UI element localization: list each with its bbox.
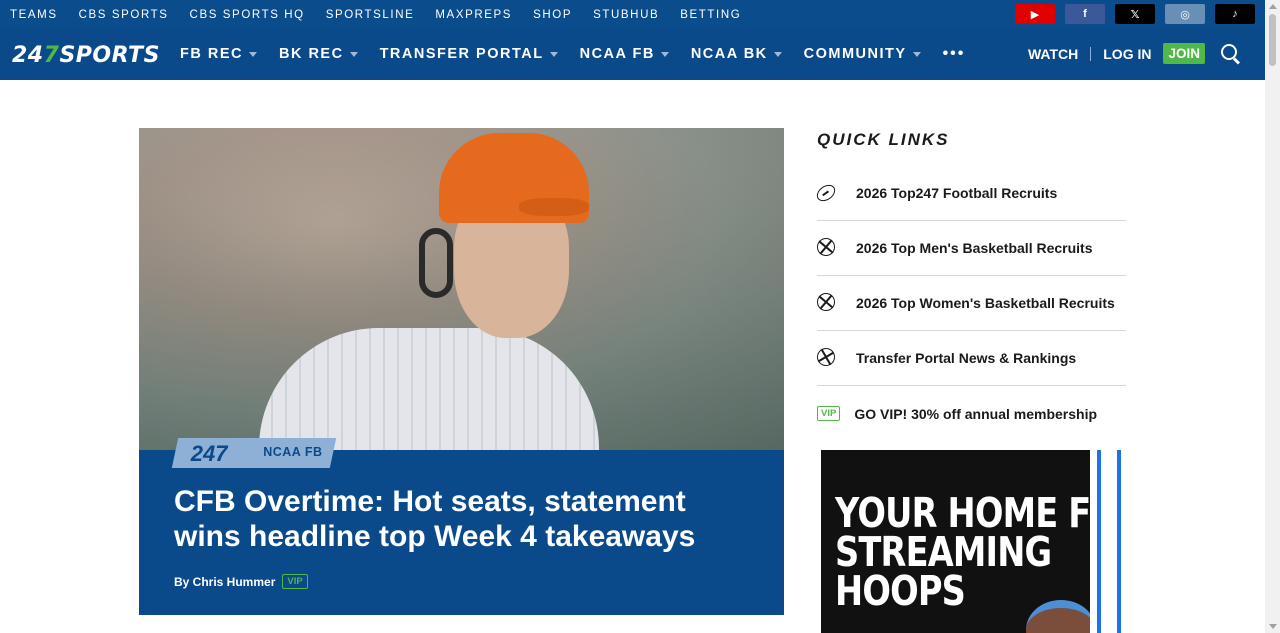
chevron-down-icon	[349, 51, 358, 57]
topbar-link-betting[interactable]: BETTING	[680, 9, 741, 21]
vip-badge: VIP	[817, 406, 841, 421]
nav-item-fb-rec[interactable]: FB REC	[180, 46, 257, 62]
quick-link-womens-basketball[interactable]: 2026 Top Women's Basketball Recruits	[817, 276, 1126, 331]
topbar-link-cbs-sports[interactable]: CBS SPORTS	[79, 9, 169, 21]
nav-item-bk-rec[interactable]: BK REC	[279, 46, 358, 62]
chevron-down-icon	[660, 51, 669, 57]
basketball-shape	[817, 293, 835, 311]
photo-cap-brim	[519, 198, 589, 216]
logo-suffix: SPORTS	[59, 43, 160, 68]
watch-link[interactable]: WATCH	[1028, 46, 1078, 62]
ad-headline: YOUR HOME FOR STREAMING HOOPS	[835, 493, 1090, 612]
vip-badge: VIP	[282, 574, 308, 589]
byline: By Chris Hummer VIP	[174, 574, 308, 589]
facebook-icon[interactable]: f	[1065, 4, 1105, 24]
chevron-down-icon	[773, 51, 782, 57]
quick-links-panel: QUICK LINKS 2026 Top247 Football Recruit…	[813, 128, 1126, 441]
topbar-link-stubhub[interactable]: STUBHUB	[593, 9, 659, 21]
quick-link-go-vip[interactable]: VIP GO VIP! 30% off annual membership	[817, 386, 1126, 441]
section-tag[interactable]: 247 NCAA FB	[171, 438, 337, 468]
quick-link-label: 2026 Top247 Football Recruits	[856, 185, 1058, 201]
nav-item-label: NCAA BK	[690, 46, 768, 62]
chevron-down-icon	[549, 51, 558, 57]
instagram-icon[interactable]: ◎	[1165, 4, 1205, 24]
top-utility-bar: TEAMS CBS SPORTS CBS SPORTS HQ SPORTSLIN…	[0, 0, 1265, 29]
quick-link-label: Transfer Portal News & Rankings	[856, 350, 1077, 366]
social-links: ▶ f 𝕏 ◎ ♪	[1015, 4, 1255, 24]
quick-link-football-recruits[interactable]: 2026 Top247 Football Recruits	[813, 166, 1126, 221]
transfer-shape	[814, 345, 838, 369]
chevron-down-icon	[912, 51, 921, 57]
quick-link-label: 2026 Top Women's Basketball Recruits	[856, 295, 1115, 311]
site-logo[interactable]: 247SPORTS	[12, 43, 160, 68]
network-links: TEAMS CBS SPORTS CBS SPORTS HQ SPORTSLIN…	[0, 9, 762, 21]
featured-story[interactable]: 247 NCAA FB CFB Overtime: Hot seats, sta…	[139, 128, 784, 615]
ad-strip-inner	[1101, 450, 1117, 633]
nav-item-label: COMMUNITY	[803, 46, 907, 62]
nav-item-community[interactable]: COMMUNITY	[804, 46, 921, 62]
basketball-shape	[817, 238, 835, 256]
youtube-icon[interactable]: ▶	[1015, 4, 1055, 24]
nav-item-label: NCAA FB	[579, 46, 655, 62]
logo-prefix: 24	[12, 43, 44, 68]
topbar-link-teams[interactable]: TEAMS	[10, 9, 58, 21]
topbar-link-shop[interactable]: SHOP	[533, 9, 572, 21]
divider	[1090, 46, 1092, 61]
scroll-down-icon[interactable]	[1269, 624, 1277, 629]
join-button[interactable]: JOIN	[1163, 43, 1205, 64]
basketball-icon	[817, 293, 837, 313]
tag-section-label: NCAA FB	[263, 445, 323, 459]
ad-side-strip	[1097, 450, 1121, 633]
transfer-icon	[814, 345, 838, 369]
quick-link-label: GO VIP! 30% off annual membership	[854, 405, 1098, 422]
scrollbar-thumb[interactable]	[1269, 14, 1276, 66]
tag-logo: 247	[190, 441, 228, 466]
nav-item-transfer-portal[interactable]: TRANSFER PORTAL	[380, 46, 558, 62]
basketball-icon	[817, 238, 837, 258]
scroll-up-icon[interactable]	[1269, 4, 1277, 9]
x-icon[interactable]: 𝕏	[1115, 4, 1155, 24]
topbar-link-maxpreps[interactable]: MAXPREPS	[435, 9, 512, 21]
photo-headset	[419, 228, 453, 298]
football-shape	[813, 181, 839, 205]
quick-link-label: 2026 Top Men's Basketball Recruits	[856, 240, 1093, 256]
nav-item-label: TRANSFER PORTAL	[379, 46, 544, 62]
nav-actions: WATCH LOG IN JOIN	[1028, 43, 1241, 64]
tiktok-icon[interactable]: ♪	[1215, 4, 1255, 24]
nav-menu: FB REC BK REC TRANSFER PORTAL NCAA FB NC…	[180, 45, 965, 63]
nav-item-ncaa-fb[interactable]: NCAA FB	[580, 46, 669, 62]
topbar-link-sportsline[interactable]: SPORTSLINE	[326, 9, 415, 21]
logo-seven: 7	[43, 43, 60, 68]
main-navigation: 247SPORTS FB REC BK REC TRANSFER PORTAL …	[0, 29, 1265, 80]
nav-item-label: BK REC	[278, 46, 344, 62]
advertisement[interactable]: YOUR HOME FOR STREAMING HOOPS	[821, 450, 1090, 633]
nav-item-label: FB REC	[180, 46, 243, 62]
quick-links-title: QUICK LINKS	[817, 130, 950, 149]
football-icon	[813, 181, 839, 205]
featured-story-photo	[139, 128, 784, 450]
topbar-link-cbs-sports-hq[interactable]: CBS SPORTS HQ	[190, 9, 305, 21]
more-menu-icon[interactable]: •••	[943, 45, 966, 63]
page-scrollbar[interactable]	[1265, 0, 1280, 633]
quick-link-mens-basketball[interactable]: 2026 Top Men's Basketball Recruits	[817, 221, 1126, 276]
featured-headline[interactable]: CFB Overtime: Hot seats, statement wins …	[174, 484, 754, 554]
chevron-down-icon	[248, 51, 257, 57]
search-icon[interactable]	[1221, 43, 1241, 64]
login-link[interactable]: LOG IN	[1103, 46, 1151, 62]
nav-item-ncaa-bk[interactable]: NCAA BK	[691, 46, 782, 62]
author-name[interactable]: By Chris Hummer	[174, 575, 275, 589]
quick-link-transfer-portal[interactable]: Transfer Portal News & Rankings	[814, 331, 1126, 386]
